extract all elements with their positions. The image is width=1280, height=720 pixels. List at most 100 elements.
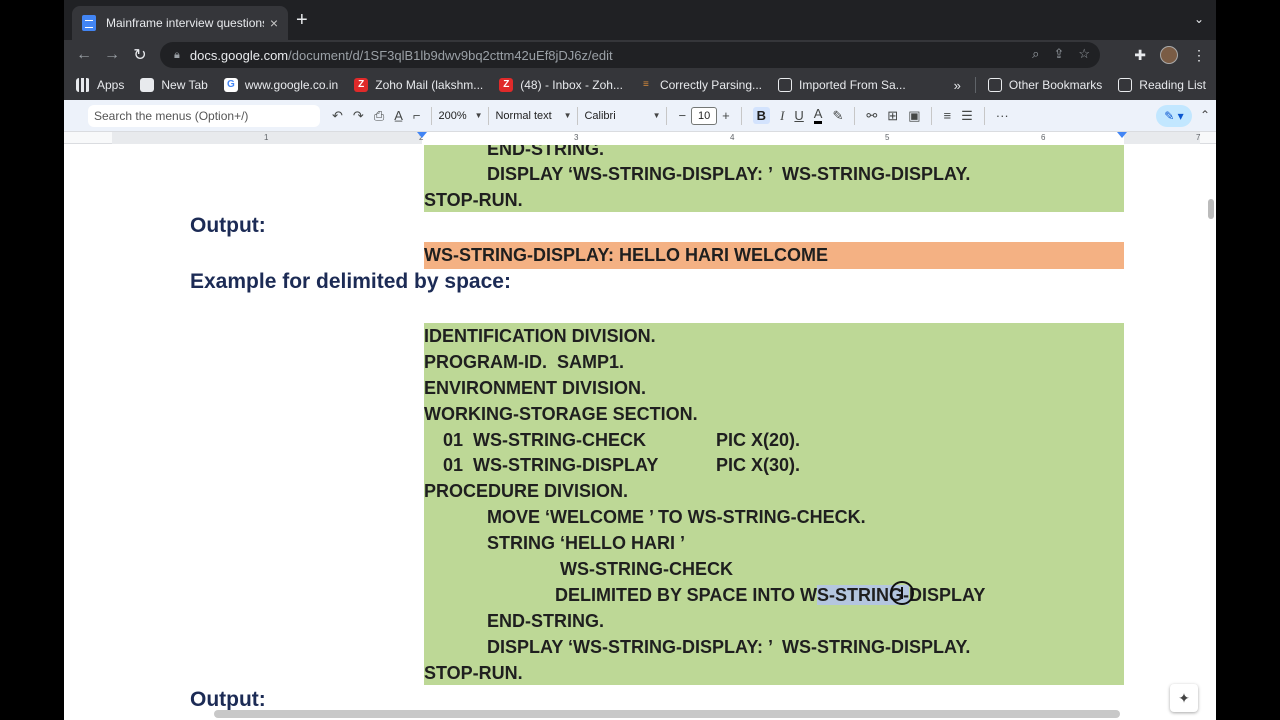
- vertical-scrollbar[interactable]: [1208, 199, 1214, 219]
- ruler-number: 7: [1196, 133, 1201, 142]
- right-indent-marker[interactable]: [1117, 132, 1127, 138]
- toolbar-divider: [740, 106, 742, 125]
- share-icon[interactable]: ⇪: [1053, 46, 1064, 62]
- undo-icon[interactable]: ↶: [332, 108, 343, 124]
- underline-button[interactable]: U: [794, 108, 803, 123]
- left-indent-marker[interactable]: [417, 132, 427, 138]
- code-line: STOP-RUN.: [424, 663, 523, 683]
- tab-docs[interactable]: Mainframe interview questions ×: [72, 6, 288, 40]
- code-line: IDENTIFICATION DIVISION.: [424, 326, 656, 346]
- more-options-button[interactable]: ···: [996, 108, 1009, 123]
- toolbar-divider: [854, 106, 856, 125]
- folder-icon: [778, 78, 792, 92]
- code-line: DISPLAY ‘WS-STRING-DISPLAY: ’ WS-STRING-…: [487, 637, 971, 657]
- line-spacing-icon[interactable]: ☰: [961, 108, 973, 124]
- code-line: PROGRAM-ID. SAMP1.: [424, 352, 625, 372]
- reload-icon[interactable]: ↻: [126, 45, 154, 65]
- output-text: WS-STRING-DISPLAY: HELLO HARI WELCOME: [424, 245, 828, 265]
- italic-button[interactable]: I: [780, 108, 784, 124]
- code-line: 01 WS-STRING-DISPLAY: [443, 455, 659, 475]
- text-color-button[interactable]: A: [813, 107, 823, 124]
- decrease-font-size-button[interactable]: −: [678, 108, 686, 123]
- reading-list-icon: [1118, 78, 1133, 92]
- tab-strip: Mainframe interview questions × + ⌄: [64, 0, 1216, 40]
- horizontal-scrollbar[interactable]: [214, 710, 1120, 718]
- explore-button[interactable]: ✦: [1170, 684, 1198, 712]
- extensions-icon[interactable]: ✚: [1134, 47, 1146, 64]
- ruler[interactable]: 1 2 3 4 5 6 7: [64, 132, 1216, 144]
- menu-search-input[interactable]: [88, 104, 320, 127]
- browser-menu-icon[interactable]: ⋮: [1192, 47, 1206, 64]
- ruler-number: 1: [264, 133, 269, 142]
- url-text: docs.google.com/document/d/1SF3qlB1lb9dw…: [189, 47, 613, 63]
- text-cursor-icon: [890, 581, 914, 605]
- bookmark-correctly-parsing[interactable]: ≡ Correctly Parsing...: [639, 78, 762, 92]
- bookmark-imported[interactable]: Imported From Sa...: [778, 78, 906, 92]
- paint-format-icon[interactable]: ⌐: [413, 108, 421, 123]
- code-line: END-STRING.: [487, 145, 604, 159]
- address-bar[interactable]: 🔒︎ docs.google.com/document/d/1SF3qlB1lb…: [160, 42, 1100, 68]
- highlight-icon[interactable]: ✎: [832, 108, 843, 124]
- tab-search-icon[interactable]: ⌄: [1194, 12, 1204, 26]
- zoho-icon: Z: [354, 78, 369, 92]
- code-line: 01 WS-STRING-CHECK: [443, 430, 647, 450]
- increase-font-size-button[interactable]: +: [722, 108, 730, 123]
- code-line: MOVE ‘WELCOME ’ TO WS-STRING-CHECK.: [487, 507, 866, 527]
- toolbar-divider: [488, 106, 490, 125]
- code-line: PIC X(20).: [716, 430, 801, 450]
- caret-down-icon: ▼: [652, 111, 661, 120]
- bookmark-google[interactable]: Gwww.google.co.in: [223, 78, 338, 92]
- editing-mode-button[interactable]: ✎ ▾: [1156, 105, 1192, 127]
- new-tab-button[interactable]: +: [296, 10, 308, 30]
- bookmark-other[interactable]: Other Bookmarks: [987, 78, 1102, 92]
- document-canvas[interactable]: END-STRING. DISPLAY ‘WS-STRING-DISPLAY: …: [64, 145, 1216, 720]
- profile-avatar[interactable]: [1160, 46, 1178, 64]
- example-heading: Example for delimited by space:: [190, 270, 511, 293]
- code-line: WS-STRING-CHECK: [560, 559, 733, 579]
- ruler-margin-shade: [1124, 132, 1200, 144]
- image-icon[interactable]: ▣: [908, 108, 920, 124]
- google-icon: G: [223, 78, 238, 92]
- close-tab-icon[interactable]: ×: [270, 15, 278, 31]
- code-line: WORKING-STORAGE SECTION.: [424, 404, 698, 424]
- forward-icon[interactable]: →: [98, 46, 126, 64]
- bookmark-apps[interactable]: Apps: [76, 78, 124, 92]
- redo-icon[interactable]: ↷: [353, 108, 364, 124]
- ruler-number: 3: [574, 133, 579, 142]
- bookmark-new-tab[interactable]: New Tab: [140, 78, 208, 92]
- font-size-input[interactable]: 10: [691, 106, 718, 125]
- align-icon[interactable]: ≡: [943, 108, 951, 123]
- stack-overflow-icon: ≡: [643, 79, 649, 90]
- ruler-number: 6: [1041, 133, 1046, 142]
- google-docs-icon: [82, 15, 96, 31]
- bookmarks-divider: [974, 77, 976, 93]
- toolbar-divider: [577, 106, 579, 125]
- reading-list[interactable]: Reading List: [1118, 78, 1206, 92]
- bookmark-star-icon[interactable]: ☆: [1078, 46, 1090, 62]
- bookmarks-bar: Apps New Tab Gwww.google.co.in Z Zoho Mai…: [64, 70, 1216, 100]
- toolbar-divider: [983, 106, 985, 125]
- bookmark-zoho-inbox[interactable]: Z (48) - Inbox - Zoh...: [499, 78, 623, 92]
- comment-icon[interactable]: ⊞: [887, 108, 898, 124]
- docs-toolbar: ↶ ↷ ⎙ A̲ ⌐ 200%▼ Normal text▼ Calibri▼ −…: [64, 100, 1216, 132]
- code-line: DISPLAY ‘WS-STRING-DISPLAY: ’ WS-STRING-…: [487, 164, 971, 184]
- caret-down-icon: ▼: [474, 111, 483, 120]
- more-bookmarks-icon[interactable]: »: [954, 78, 961, 93]
- zoho-icon: Z: [499, 78, 514, 92]
- back-icon[interactable]: ←: [70, 46, 98, 64]
- collapse-toolbar-icon[interactable]: ⌃: [1200, 108, 1210, 122]
- output-heading: Output:: [190, 214, 266, 237]
- bookmark-zoho-mail[interactable]: Z Zoho Mail (lakshm...: [354, 78, 483, 92]
- zoom-icon[interactable]: ⌕: [1032, 46, 1039, 62]
- browser-window: Mainframe interview questions × + ⌄ ← → …: [64, 0, 1216, 720]
- bold-button[interactable]: B: [752, 107, 771, 124]
- print-icon[interactable]: ⎙: [374, 108, 384, 124]
- link-icon[interactable]: ⚯: [866, 108, 877, 124]
- code-line: END-STRING.: [487, 611, 604, 631]
- ruler-number: 4: [730, 133, 735, 142]
- zoom-select[interactable]: 200% ▼: [438, 110, 482, 122]
- spellcheck-icon[interactable]: A̲: [394, 108, 403, 123]
- lock-icon: 🔒︎: [174, 48, 180, 61]
- font-select[interactable]: Calibri ▼: [584, 110, 660, 122]
- paragraph-style-select[interactable]: Normal text ▼: [495, 110, 571, 122]
